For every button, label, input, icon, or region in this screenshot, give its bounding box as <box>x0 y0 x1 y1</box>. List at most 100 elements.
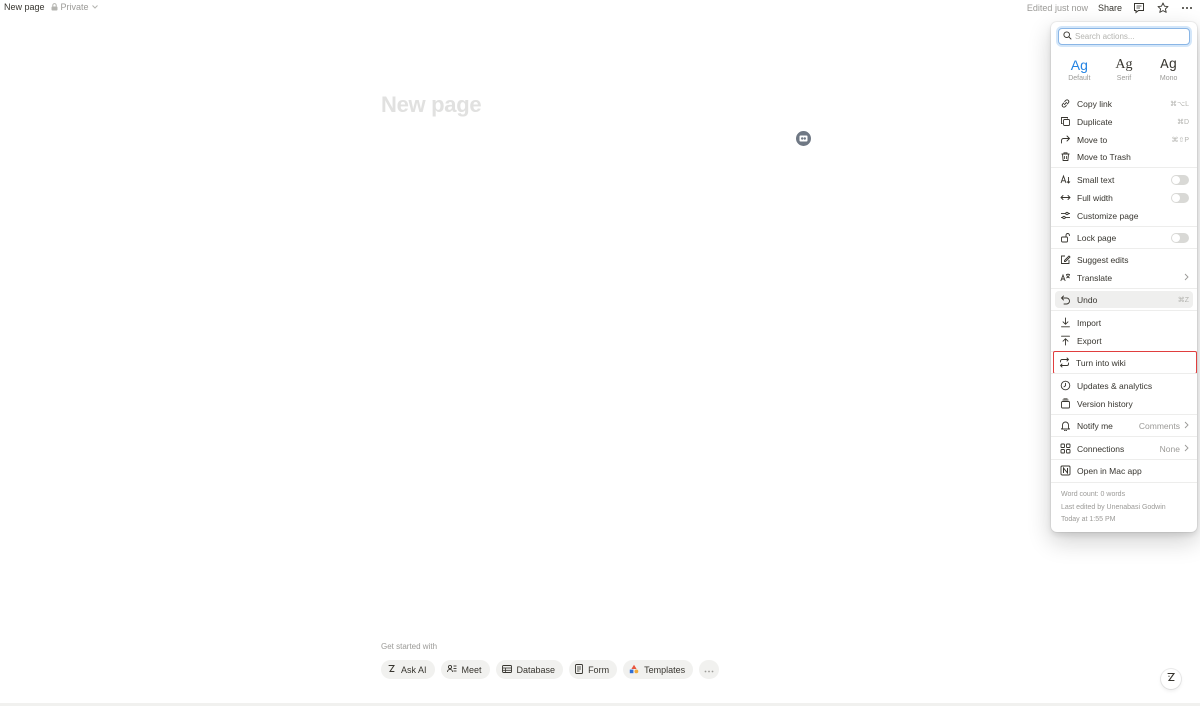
arrows-horizontal-icon <box>1059 192 1071 204</box>
menu-item-version-history[interactable]: Version history <box>1055 395 1193 412</box>
last-edited-by: Last edited by Unenabasi Godwin <box>1061 503 1166 511</box>
bell-icon <box>1059 420 1071 432</box>
more-options-icon[interactable] <box>1180 1 1194 15</box>
menu-item-label: Version history <box>1077 398 1133 409</box>
font-name-mono: Mono <box>1159 75 1178 82</box>
small-text-toggle[interactable] <box>1171 174 1189 185</box>
connections-grid-icon <box>1059 443 1071 455</box>
menu-item-undo[interactable]: Undo ⌘Z <box>1055 291 1193 308</box>
menu-item-label: Lock page <box>1077 232 1117 243</box>
menu-divider <box>1051 373 1197 374</box>
menu-item-updates-analytics[interactable]: Updates & analytics <box>1055 377 1193 394</box>
menu-item-export[interactable]: Export <box>1055 332 1193 349</box>
export-icon <box>1059 335 1071 347</box>
menu-divider <box>1051 436 1197 437</box>
undo-icon <box>1059 294 1071 306</box>
menu-divider <box>1051 482 1197 483</box>
breadcrumb-page-title[interactable]: New page <box>4 2 45 12</box>
menu-item-full-width[interactable]: Full width <box>1055 189 1193 206</box>
menu-item-turn-into-wiki[interactable]: Turn into wiki <box>1053 351 1197 374</box>
meet-label: Meet <box>461 664 482 675</box>
templates-icon <box>629 664 639 676</box>
notify-me-value: Comments <box>1138 420 1180 431</box>
form-chip[interactable]: Form <box>569 660 618 679</box>
menu-item-label: Full width <box>1077 192 1113 203</box>
menu-divider <box>1051 226 1197 227</box>
more-starters-button[interactable] <box>699 660 720 679</box>
menu-item-translate[interactable]: Translate <box>1055 269 1193 286</box>
translate-icon <box>1059 272 1071 284</box>
menu-divider <box>1051 310 1197 311</box>
menu-item-label: Turn into wiki <box>1076 357 1126 368</box>
unlock-icon <box>1059 232 1071 244</box>
menu-item-import[interactable]: Import <box>1055 314 1193 331</box>
edit-pencil-icon <box>1059 254 1071 266</box>
form-icon <box>575 663 584 676</box>
templates-chip[interactable]: Templates <box>623 660 694 679</box>
menu-item-label: Copy link <box>1077 98 1112 109</box>
database-label: Database <box>516 664 556 675</box>
breadcrumb: New page Private <box>4 2 98 12</box>
menu-item-label: Updates & analytics <box>1077 380 1153 391</box>
chevron-right-icon <box>1184 273 1189 283</box>
font-option-serif[interactable]: Ag Serif <box>1104 56 1144 82</box>
font-option-mono[interactable]: Ag Mono <box>1149 56 1189 82</box>
menu-footer: Word count: 0 words Last edited by Unena… <box>1061 489 1166 527</box>
word-count: Word count: 0 words <box>1061 491 1126 498</box>
meet-chip[interactable]: Meet <box>440 660 490 679</box>
meet-icon <box>446 664 457 675</box>
shortcut-label: ⌘D <box>1176 118 1189 126</box>
ai-icon <box>387 664 396 675</box>
trash-icon <box>1059 151 1071 163</box>
top-bar: New page Private Edited just now Share <box>0 0 1200 16</box>
font-option-default[interactable]: Ag Default <box>1059 56 1099 82</box>
menu-item-lock-page[interactable]: Lock page <box>1055 229 1193 246</box>
menu-item-notify-me[interactable]: Notify me Comments <box>1055 417 1193 434</box>
menu-item-open-in-mac-app[interactable]: Open in Mac app <box>1055 462 1193 479</box>
menu-item-duplicate[interactable]: Duplicate ⌘D <box>1055 113 1193 130</box>
database-chip[interactable]: Database <box>495 660 564 679</box>
get-started-chips: Ask AI Meet Database Form Templates <box>381 660 720 679</box>
menu-item-label: Open in Mac app <box>1077 465 1142 476</box>
font-name-default: Default <box>1068 75 1091 82</box>
small-text-icon <box>1059 174 1071 186</box>
connections-value: None <box>1159 443 1180 454</box>
star-icon[interactable] <box>1156 1 1170 15</box>
menu-item-copy-link[interactable]: Copy link ⌘⌥L <box>1055 95 1193 112</box>
menu-item-label: Move to <box>1077 134 1108 145</box>
meeting-badge-icon[interactable] <box>796 131 811 146</box>
font-sample-serif: Ag <box>1115 57 1133 72</box>
privacy-dropdown[interactable]: Private <box>51 2 98 12</box>
menu-item-label: Notify me <box>1077 420 1113 431</box>
ai-assistant-button[interactable] <box>1161 669 1181 689</box>
clock-icon <box>1059 380 1071 392</box>
menu-item-small-text[interactable]: Small text <box>1055 171 1193 188</box>
menu-item-connections[interactable]: Connections None <box>1055 440 1193 457</box>
comment-icon[interactable] <box>1132 1 1146 15</box>
page-title[interactable]: New page <box>381 92 482 118</box>
full-width-toggle[interactable] <box>1171 192 1189 203</box>
menu-item-move-to[interactable]: Move to ⌘⇧P <box>1055 131 1193 148</box>
lock-page-toggle[interactable] <box>1171 232 1189 243</box>
menu-item-suggest-edits[interactable]: Suggest edits <box>1055 251 1193 268</box>
search-actions-box[interactable] <box>1058 28 1190 45</box>
menu-divider <box>1051 459 1197 460</box>
shortcut-label: ⌘⇧P <box>1171 136 1189 144</box>
font-sample-default: Ag <box>1070 57 1088 73</box>
share-button[interactable]: Share <box>1098 3 1122 13</box>
menu-item-label: Suggest edits <box>1077 254 1129 265</box>
edited-status: Edited just now <box>1026 3 1088 13</box>
notion-logo-icon <box>1059 465 1071 477</box>
ask-ai-chip[interactable]: Ask AI <box>381 660 435 679</box>
font-sample-mono: Ag <box>1160 57 1178 73</box>
duplicate-icon <box>1059 116 1071 128</box>
search-actions-input[interactable] <box>1075 32 1185 41</box>
menu-item-move-to-trash[interactable]: Move to Trash <box>1055 148 1193 165</box>
menu-item-label: Small text <box>1077 174 1115 185</box>
move-arrow-icon <box>1059 134 1071 146</box>
edited-time: Today at 1:55 PM <box>1061 516 1116 523</box>
menu-divider <box>1051 248 1197 249</box>
sliders-icon <box>1059 210 1071 222</box>
convert-arrows-icon <box>1058 357 1070 369</box>
menu-item-customize-page[interactable]: Customize page <box>1055 207 1193 224</box>
